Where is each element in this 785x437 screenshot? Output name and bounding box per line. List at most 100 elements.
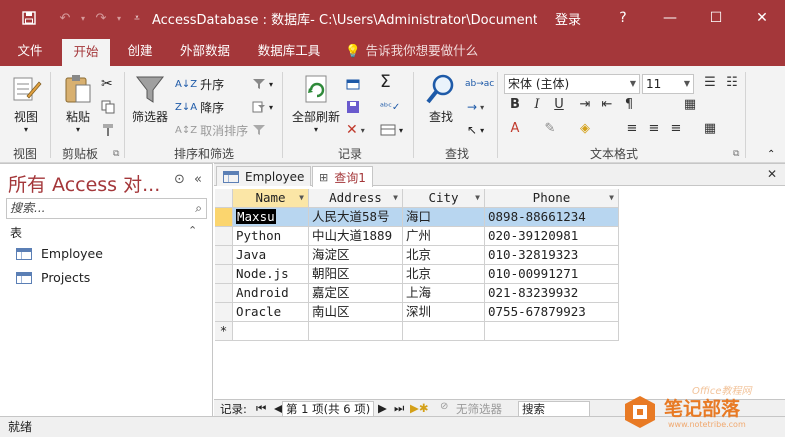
table-row[interactable]: Oracle 南山区 深圳 0755-67879923 xyxy=(215,303,619,322)
table-cell[interactable]: 020-39120981 xyxy=(485,227,619,246)
table-cell[interactable]: Oracle xyxy=(233,303,309,322)
italic-icon[interactable]: I xyxy=(527,97,547,112)
clipboard-launcher-icon[interactable]: ⧉ xyxy=(113,149,119,159)
table-cell[interactable]: 广州 xyxy=(403,227,485,246)
table-cell[interactable] xyxy=(485,322,619,341)
copy-icon[interactable] xyxy=(101,97,115,117)
table-cell[interactable]: 010-00991271 xyxy=(485,265,619,284)
table-cell[interactable]: 0898-88661234 xyxy=(485,208,619,227)
record-selector[interactable] xyxy=(215,303,233,322)
nav-search-input[interactable]: 搜索... ⌕ xyxy=(6,198,207,219)
undo-dropdown-icon[interactable]: ▾ xyxy=(78,0,88,36)
table-cell[interactable]: 深圳 xyxy=(403,303,485,322)
nav-item-projects[interactable]: Projects xyxy=(16,270,90,285)
last-record-icon[interactable]: ⏭ xyxy=(394,401,404,416)
delete-record-icon[interactable]: ✕ ▾ xyxy=(346,120,365,140)
table-cell[interactable] xyxy=(309,322,403,341)
customize-toolbar-icon[interactable]: ⩡ xyxy=(124,0,150,36)
selection-filter-icon[interactable]: ▾ xyxy=(252,74,273,94)
paste-button[interactable]: 粘贴 ▾ xyxy=(60,72,96,134)
numbering-icon[interactable]: ☷ xyxy=(722,75,742,90)
table-cell[interactable]: 南山区 xyxy=(309,303,403,322)
align-left-icon[interactable]: ≡ xyxy=(622,121,642,136)
table-cell[interactable]: 海淀区 xyxy=(309,246,403,265)
view-button[interactable]: 视图 ▾ xyxy=(8,72,44,134)
paragraph-dir-icon[interactable]: ¶ xyxy=(619,97,639,112)
tab-home[interactable]: 开始 xyxy=(62,39,110,66)
tab-external-data[interactable]: 外部数据 xyxy=(172,36,238,66)
more-records-icon[interactable]: ▾ xyxy=(380,120,403,140)
help-button[interactable]: ? xyxy=(600,0,646,36)
table-cell[interactable]: Python xyxy=(233,227,309,246)
chevron-down-icon[interactable]: ▼ xyxy=(475,189,480,207)
new-record-icon[interactable] xyxy=(346,74,360,94)
table-cell[interactable]: Java xyxy=(233,246,309,265)
align-center-icon[interactable]: ≡ xyxy=(644,121,664,136)
find-button[interactable]: 查找 xyxy=(424,72,458,125)
table-cell[interactable]: 0755-67879923 xyxy=(485,303,619,322)
new-record-row[interactable]: * xyxy=(215,322,619,341)
table-row[interactable]: Android 嘉定区 上海 021-83239932 xyxy=(215,284,619,303)
bullets-icon[interactable]: ☰ xyxy=(700,75,720,90)
column-header-name[interactable]: Name ▼ xyxy=(233,189,309,208)
totals-icon[interactable]: Σ xyxy=(380,72,391,92)
fill-color-icon[interactable]: ◈ xyxy=(575,121,595,136)
nav-menu-icon[interactable]: ⊙ xyxy=(174,172,185,187)
indent-icon[interactable]: ⇥ xyxy=(575,97,595,112)
text-format-launcher-icon[interactable]: ⧉ xyxy=(733,149,739,159)
refresh-all-button[interactable]: 全部刷新 ▾ xyxy=(290,72,342,134)
goto-icon[interactable]: → ▾ xyxy=(467,97,484,117)
alt-row-color-icon[interactable]: ▦ xyxy=(700,121,720,136)
record-selector[interactable] xyxy=(215,227,233,246)
tab-database-tools[interactable]: 数据库工具 xyxy=(249,36,329,66)
clear-sort-button[interactable]: A↕Z 取消排序 xyxy=(175,120,248,140)
font-name-select[interactable]: 宋体 (主体) ▼ xyxy=(504,74,640,94)
nav-section-header[interactable]: 表 xyxy=(10,224,22,241)
filter-status-text[interactable]: 无筛选器 xyxy=(456,401,502,417)
table-cell[interactable]: 朝阳区 xyxy=(309,265,403,284)
table-cell[interactable]: Android xyxy=(233,284,309,303)
nav-item-employee[interactable]: Employee xyxy=(16,246,103,261)
underline-icon[interactable]: U xyxy=(549,97,569,112)
table-row[interactable]: Java 海淀区 北京 010-32819323 xyxy=(215,246,619,265)
font-size-select[interactable]: 11 ▼ xyxy=(642,74,694,94)
chevron-down-icon[interactable]: ▼ xyxy=(299,189,304,207)
table-cell[interactable]: 人民大道58号 xyxy=(309,208,403,227)
format-painter-icon[interactable] xyxy=(101,120,115,140)
record-position-input[interactable]: 第 1 项(共 6 项) xyxy=(282,401,374,417)
spelling-icon[interactable]: ᵃᵇᶜ✓ xyxy=(380,97,400,117)
record-selector[interactable] xyxy=(215,265,233,284)
chevron-up-icon[interactable]: ⌃ xyxy=(188,224,197,237)
highlight-icon[interactable]: ✎ xyxy=(540,121,560,136)
tell-me-box[interactable]: 💡 告诉我你想要做什么 xyxy=(345,36,478,66)
chevron-down-icon[interactable]: ▼ xyxy=(609,189,614,207)
column-header-city[interactable]: City ▼ xyxy=(403,189,485,208)
table-cell[interactable]: 嘉定区 xyxy=(309,284,403,303)
collapse-ribbon-icon[interactable]: ⌃ xyxy=(767,144,775,164)
select-all-cell[interactable] xyxy=(215,189,233,208)
minimize-button[interactable]: — xyxy=(647,0,693,36)
bold-icon[interactable]: B xyxy=(505,97,525,112)
table-cell[interactable]: 010-32819323 xyxy=(485,246,619,265)
doc-tab-query1[interactable]: ⊞ 查询1 xyxy=(312,166,373,187)
record-selector[interactable] xyxy=(215,208,233,227)
gridlines-icon[interactable]: ▦ xyxy=(680,97,700,112)
close-document-icon[interactable]: ✕ xyxy=(767,167,777,181)
table-cell[interactable]: Node.js xyxy=(233,265,309,284)
shutter-bar-icon[interactable]: « xyxy=(194,172,202,187)
filter-button[interactable]: 筛选器 xyxy=(130,72,170,125)
nav-pane-title[interactable]: 所有 Access 对... xyxy=(8,170,160,197)
sort-descending-button[interactable]: Z↓A 降序 xyxy=(175,97,224,117)
record-search-input[interactable]: 搜索 xyxy=(518,401,590,417)
table-cell[interactable]: 上海 xyxy=(403,284,485,303)
undo-icon[interactable]: ↶ xyxy=(52,0,78,36)
search-icon[interactable]: ⌕ xyxy=(195,199,202,218)
sort-ascending-button[interactable]: A↓Z 升序 xyxy=(175,74,224,94)
table-cell[interactable]: 北京 xyxy=(403,265,485,284)
redo-dropdown-icon[interactable]: ▾ xyxy=(114,0,124,36)
redo-icon[interactable]: ↷ xyxy=(88,0,114,36)
next-record-icon[interactable]: ▶ xyxy=(378,401,387,415)
align-right-icon[interactable]: ≡ xyxy=(666,121,686,136)
record-selector[interactable] xyxy=(215,246,233,265)
sign-in-link[interactable]: 登录 xyxy=(555,9,581,28)
